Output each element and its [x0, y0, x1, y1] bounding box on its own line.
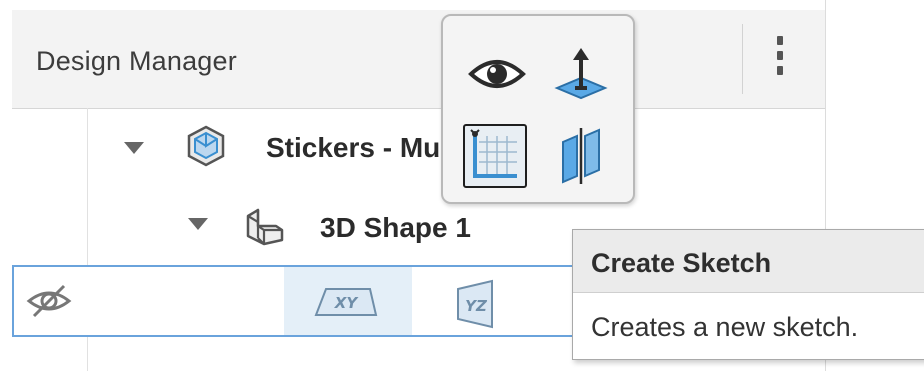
offset-plane-button[interactable]	[549, 42, 613, 106]
panel-header: Design Manager	[12, 10, 825, 109]
create-sketch-button[interactable]	[463, 124, 527, 188]
component-icon	[187, 125, 225, 167]
kebab-menu-icon[interactable]	[772, 36, 788, 84]
eye-hidden-icon[interactable]	[26, 283, 72, 319]
svg-text:XY: XY	[334, 294, 360, 312]
eye-icon	[468, 60, 526, 88]
tooltip-header: Create Sketch	[573, 230, 924, 293]
panel-title: Design Manager	[36, 46, 237, 76]
toggle-visibility-button[interactable]	[465, 42, 529, 106]
quick-actions-popup	[441, 14, 635, 204]
section-view-button[interactable]	[549, 124, 613, 188]
tree-item-label: 3D Shape 1	[320, 212, 471, 243]
solid-body-icon	[246, 208, 284, 246]
move-plane-icon	[554, 48, 608, 100]
selected-origin-row[interactable]: XY YZ	[12, 265, 632, 337]
create-sketch-icon	[470, 129, 517, 178]
svg-text:YZ: YZ	[465, 297, 488, 315]
tree-item-stickers[interactable]: Stickers - Multi-Layered	[12, 120, 825, 176]
header-divider	[742, 24, 743, 94]
plane-xy-icon[interactable]: XY	[314, 285, 378, 319]
tooltip-description: Creates a new sketch.	[591, 312, 859, 342]
tooltip-create-sketch: Create Sketch Creates a new sketch.	[572, 229, 924, 360]
expand-caret-icon[interactable]	[188, 218, 208, 230]
tooltip-title: Create Sketch	[591, 248, 772, 278]
plane-yz-icon[interactable]: YZ	[454, 279, 498, 329]
section-view-icon	[562, 128, 600, 184]
expand-caret-icon[interactable]	[124, 142, 144, 154]
